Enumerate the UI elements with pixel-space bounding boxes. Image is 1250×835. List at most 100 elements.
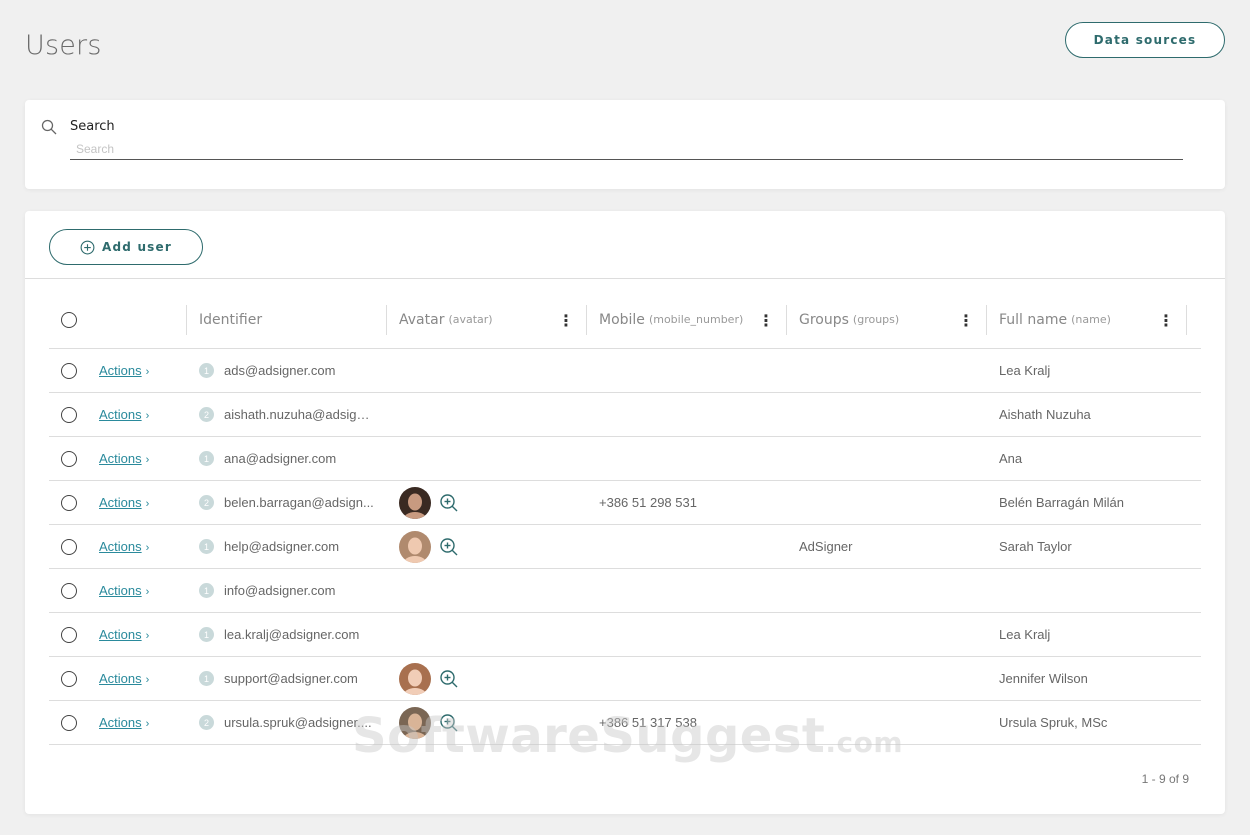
zoom-in-icon[interactable] [439, 669, 459, 689]
zoom-in-icon[interactable] [439, 537, 459, 557]
avatar-cell [399, 569, 579, 612]
mobile-cell [599, 437, 779, 480]
column-title: Full name [999, 311, 1068, 328]
avatar-cell [399, 349, 579, 392]
identifier-cell: 1 lea.kralj@adsigner.com [199, 613, 384, 656]
actions-cell: Actions › [99, 569, 189, 612]
row-select-cell [61, 569, 85, 612]
actions-link[interactable]: Actions › [99, 627, 149, 642]
actions-cell: Actions › [99, 349, 189, 392]
actions-label: Actions [99, 583, 142, 598]
identifier-cell: 1 ads@adsigner.com [199, 349, 384, 392]
actions-link[interactable]: Actions › [99, 671, 149, 686]
identifier-text: belen.barragan@adsign... [224, 495, 374, 510]
column-header-identifier[interactable]: Identifier [199, 291, 384, 348]
row-checkbox[interactable] [61, 450, 77, 467]
search-label: Search [70, 119, 115, 134]
identifier-text: info@adsigner.com [224, 583, 336, 598]
identifier-text: ursula.spruk@adsigner.... [224, 715, 372, 730]
plus-circle-icon [80, 240, 95, 254]
groups-cell [799, 569, 979, 612]
avatar [399, 530, 431, 563]
avatar-cell [399, 657, 579, 700]
chevron-right-icon: › [145, 630, 150, 642]
avatar-cell [399, 437, 579, 480]
groups-cell [799, 393, 979, 436]
actions-cell: Actions › [99, 525, 189, 568]
zoom-in-icon[interactable] [439, 493, 459, 513]
actions-link[interactable]: Actions › [99, 715, 149, 730]
avatar-cell [399, 613, 579, 656]
column-divider [186, 305, 187, 335]
identifier-cell: 1 ana@adsigner.com [199, 437, 384, 480]
actions-label: Actions [99, 671, 142, 686]
full-name-cell [999, 569, 1179, 612]
actions-link[interactable]: Actions › [99, 407, 149, 422]
row-checkbox[interactable] [61, 406, 77, 423]
row-checkbox[interactable] [61, 626, 77, 643]
column-header-mobile[interactable]: Mobile (mobile_number) [599, 291, 779, 348]
select-all-checkbox[interactable] [61, 311, 77, 328]
chevron-right-icon: › [145, 586, 150, 598]
row-select-cell [61, 437, 85, 480]
actions-link[interactable]: Actions › [99, 451, 149, 466]
table-row: Actions › 2 belen.barragan@adsign... +386 51… [49, 481, 1201, 525]
full-name-cell: Lea Kralj [999, 627, 1051, 642]
row-checkbox[interactable] [61, 670, 77, 687]
pagination-summary: 1 - 9 of 9 [1141, 772, 1189, 786]
column-header-avatar[interactable]: Avatar (avatar) [399, 291, 579, 348]
data-sources-button[interactable]: Data sources [1065, 22, 1225, 58]
full-name-cell: Belén Barragán Milán [999, 495, 1125, 510]
full-name-cell: Ana [999, 451, 1023, 466]
mobile-cell [599, 569, 779, 612]
search-input[interactable] [70, 138, 1183, 160]
column-divider [986, 305, 987, 335]
mobile-cell: +386 51 298 531 [599, 495, 697, 510]
zoom-in-icon[interactable] [439, 713, 459, 733]
identity-count-badge: 1 [199, 451, 214, 466]
actions-link[interactable]: Actions › [99, 495, 149, 510]
row-checkbox[interactable] [61, 714, 77, 731]
actions-link[interactable]: Actions › [99, 583, 149, 598]
column-header-groups[interactable]: Groups (groups) [799, 291, 979, 348]
users-table: Identifier Avatar (avatar) ⋮ Mobile (mob… [49, 291, 1201, 746]
identity-count-badge: 1 [199, 583, 214, 598]
actions-cell: Actions › [99, 437, 189, 480]
chevron-right-icon: › [145, 718, 150, 730]
groups-cell [799, 437, 979, 480]
actions-link[interactable]: Actions › [99, 363, 149, 378]
kebab-menu-icon[interactable]: ⋮ [558, 310, 574, 330]
identifier-text: lea.kralj@adsigner.com [224, 627, 360, 642]
groups-cell [799, 701, 979, 744]
row-checkbox[interactable] [61, 582, 77, 599]
mobile-cell [599, 525, 779, 568]
mobile-cell: +386 51 317 538 [599, 715, 697, 730]
actions-link[interactable]: Actions › [99, 539, 149, 554]
column-header-full-name[interactable]: Full name (name) [999, 291, 1179, 348]
identifier-text: ads@adsigner.com [224, 363, 336, 378]
avatar-cell [399, 393, 579, 436]
actions-label: Actions [99, 539, 142, 554]
column-subtitle: (groups) [852, 313, 900, 326]
avatar-cell [399, 701, 579, 744]
row-checkbox[interactable] [61, 538, 77, 555]
row-select-cell [61, 657, 85, 700]
add-user-button[interactable]: Add user [49, 229, 203, 265]
identifier-cell: 1 info@adsigner.com [199, 569, 384, 612]
kebab-menu-icon[interactable]: ⋮ [758, 310, 774, 330]
chevron-right-icon: › [145, 674, 150, 686]
row-select-cell [61, 613, 85, 656]
row-select-cell [61, 701, 85, 744]
row-checkbox[interactable] [61, 494, 77, 511]
row-checkbox[interactable] [61, 362, 77, 379]
avatar-cell [399, 525, 579, 568]
identifier-text: help@adsigner.com [224, 539, 340, 554]
kebab-menu-icon[interactable]: ⋮ [958, 310, 974, 330]
column-divider [586, 305, 587, 335]
identifier-text: support@adsigner.com [224, 671, 358, 686]
actions-cell: Actions › [99, 393, 189, 436]
actions-cell: Actions › [99, 613, 189, 656]
kebab-menu-icon[interactable]: ⋮ [1158, 310, 1174, 330]
search-panel: Search [25, 100, 1225, 189]
chevron-right-icon: › [145, 410, 150, 422]
